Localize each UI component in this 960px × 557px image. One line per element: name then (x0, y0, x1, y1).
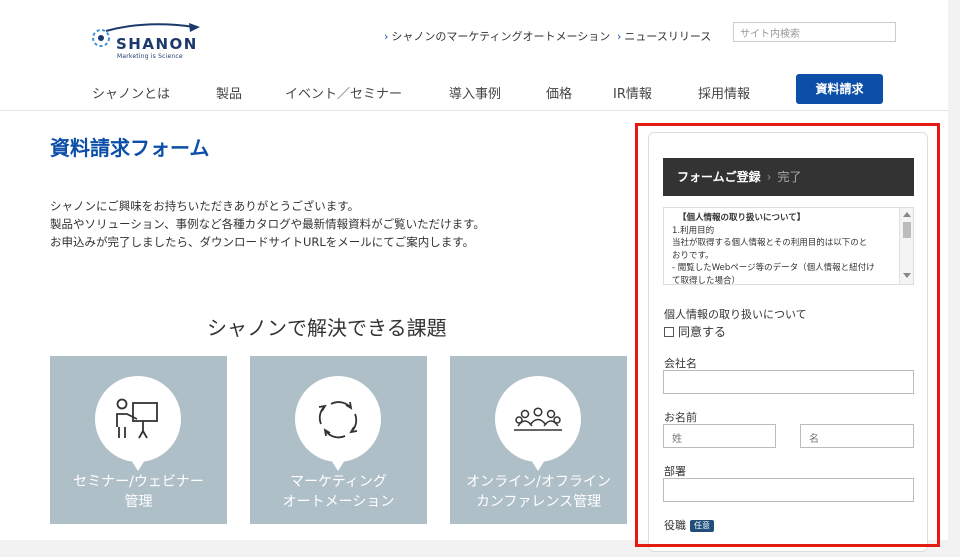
site-search-input[interactable]: サイト内検索 (733, 22, 896, 42)
nav-ir[interactable]: IR情報 (613, 83, 652, 102)
card-label-line: オンライン/オフライン (466, 474, 611, 490)
card-label: マーケティング オートメーション (250, 472, 427, 512)
section-title: シャノンで解決できる課題 (207, 316, 447, 340)
highlight-box (635, 123, 940, 547)
card-label-line: セミナー/ウェビナー (73, 474, 204, 490)
card-marketing-automation[interactable]: マーケティング オートメーション (250, 356, 427, 524)
card-label: セミナー/ウェビナー 管理 (50, 472, 227, 512)
intro-text: シャノンにご興味をお持ちいただきありがとうございます。 製品やソリューション、事… (50, 197, 485, 251)
shanon-logo[interactable]: SHANON Marketing is Science (86, 22, 206, 60)
chevron-right-icon: › (617, 30, 622, 43)
card-icon-circle (95, 376, 181, 471)
toplink-marketing-automation[interactable]: › シャノンのマーケティングオートメーション (384, 28, 610, 44)
card-icon-circle (295, 376, 381, 471)
request-documents-button[interactable]: 資料請求 (796, 74, 883, 104)
card-label: オンライン/オフライン カンファレンス管理 (450, 472, 627, 512)
logo-text: SHANON (116, 35, 198, 53)
card-label-line: 管理 (124, 494, 153, 510)
logo-tagline: Marketing is Science (117, 53, 183, 60)
card-label-line: オートメーション (282, 494, 395, 510)
audience-icon (514, 407, 562, 431)
page-title: 資料請求フォーム (50, 136, 210, 160)
toplink-label: シャノンのマーケティングオートメーション (391, 30, 611, 43)
cycle-arrows-icon (318, 401, 358, 439)
intro-line: 製品やソリューション、事例など各種カタログや最新情報資料がご覧いただけます。 (50, 217, 485, 231)
card-icon-circle (495, 376, 581, 471)
nav-about[interactable]: シャノンとは (92, 83, 170, 102)
nav-products[interactable]: 製品 (216, 83, 242, 102)
chevron-right-icon: › (384, 30, 389, 43)
toplink-label: ニュースリリース (624, 30, 712, 43)
card-conference[interactable]: オンライン/オフライン カンファレンス管理 (450, 356, 627, 524)
presentation-icon (116, 398, 158, 439)
card-label-line: マーケティング (290, 474, 387, 490)
nav-careers[interactable]: 採用情報 (698, 83, 750, 102)
header-divider (0, 110, 948, 111)
nav-pricing[interactable]: 価格 (546, 83, 572, 102)
card-label-line: カンファレンス管理 (475, 494, 602, 510)
card-seminar[interactable]: セミナー/ウェビナー 管理 (50, 356, 227, 524)
nav-events[interactable]: イベント／セミナー (285, 83, 402, 102)
intro-line: シャノンにご興味をお持ちいただきありがとうございます。 (50, 199, 360, 213)
nav-case-studies[interactable]: 導入事例 (449, 83, 501, 102)
toplink-news-release[interactable]: › ニュースリリース (617, 28, 711, 44)
intro-line: お申込みが完了しましたら、ダウンロードサイトURLをメールにてご案内します。 (50, 235, 475, 249)
